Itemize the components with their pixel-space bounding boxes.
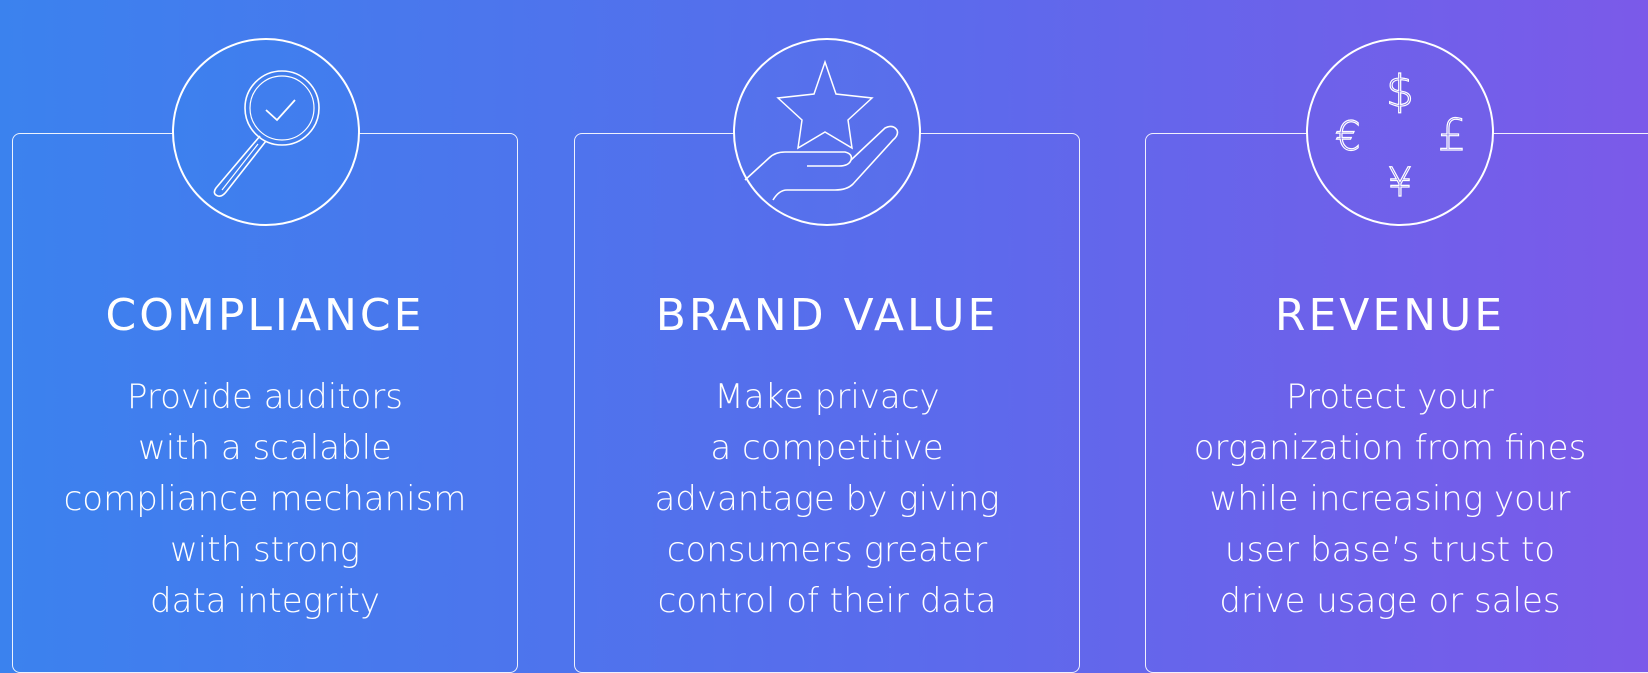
yen-icon: ¥	[1387, 160, 1412, 206]
revenue-icon-circle: $ € £ ¥	[1306, 38, 1494, 226]
currency-symbols-icon: $ € £ ¥	[1335, 65, 1467, 206]
card-title-brand-value: BRAND VALUE	[655, 290, 999, 341]
card-description-compliance: Provide auditors with a scalable complia…	[63, 377, 467, 621]
pound-icon: £	[1438, 110, 1466, 161]
card-description-brand-value: Make privacy a competitive advantage by …	[654, 377, 1000, 621]
compliance-icon-circle	[172, 38, 360, 226]
hand-star-icon	[744, 59, 899, 201]
euro-icon: €	[1335, 114, 1360, 160]
card-description-revenue: Protect your organization from fines whi…	[1193, 377, 1587, 621]
magnifier-check-icon	[213, 70, 320, 197]
brand-icon-circle	[733, 38, 921, 226]
dollar-icon: $	[1386, 66, 1414, 117]
card-title-compliance: COMPLIANCE	[105, 290, 425, 341]
card-title-revenue: REVENUE	[1274, 290, 1506, 341]
